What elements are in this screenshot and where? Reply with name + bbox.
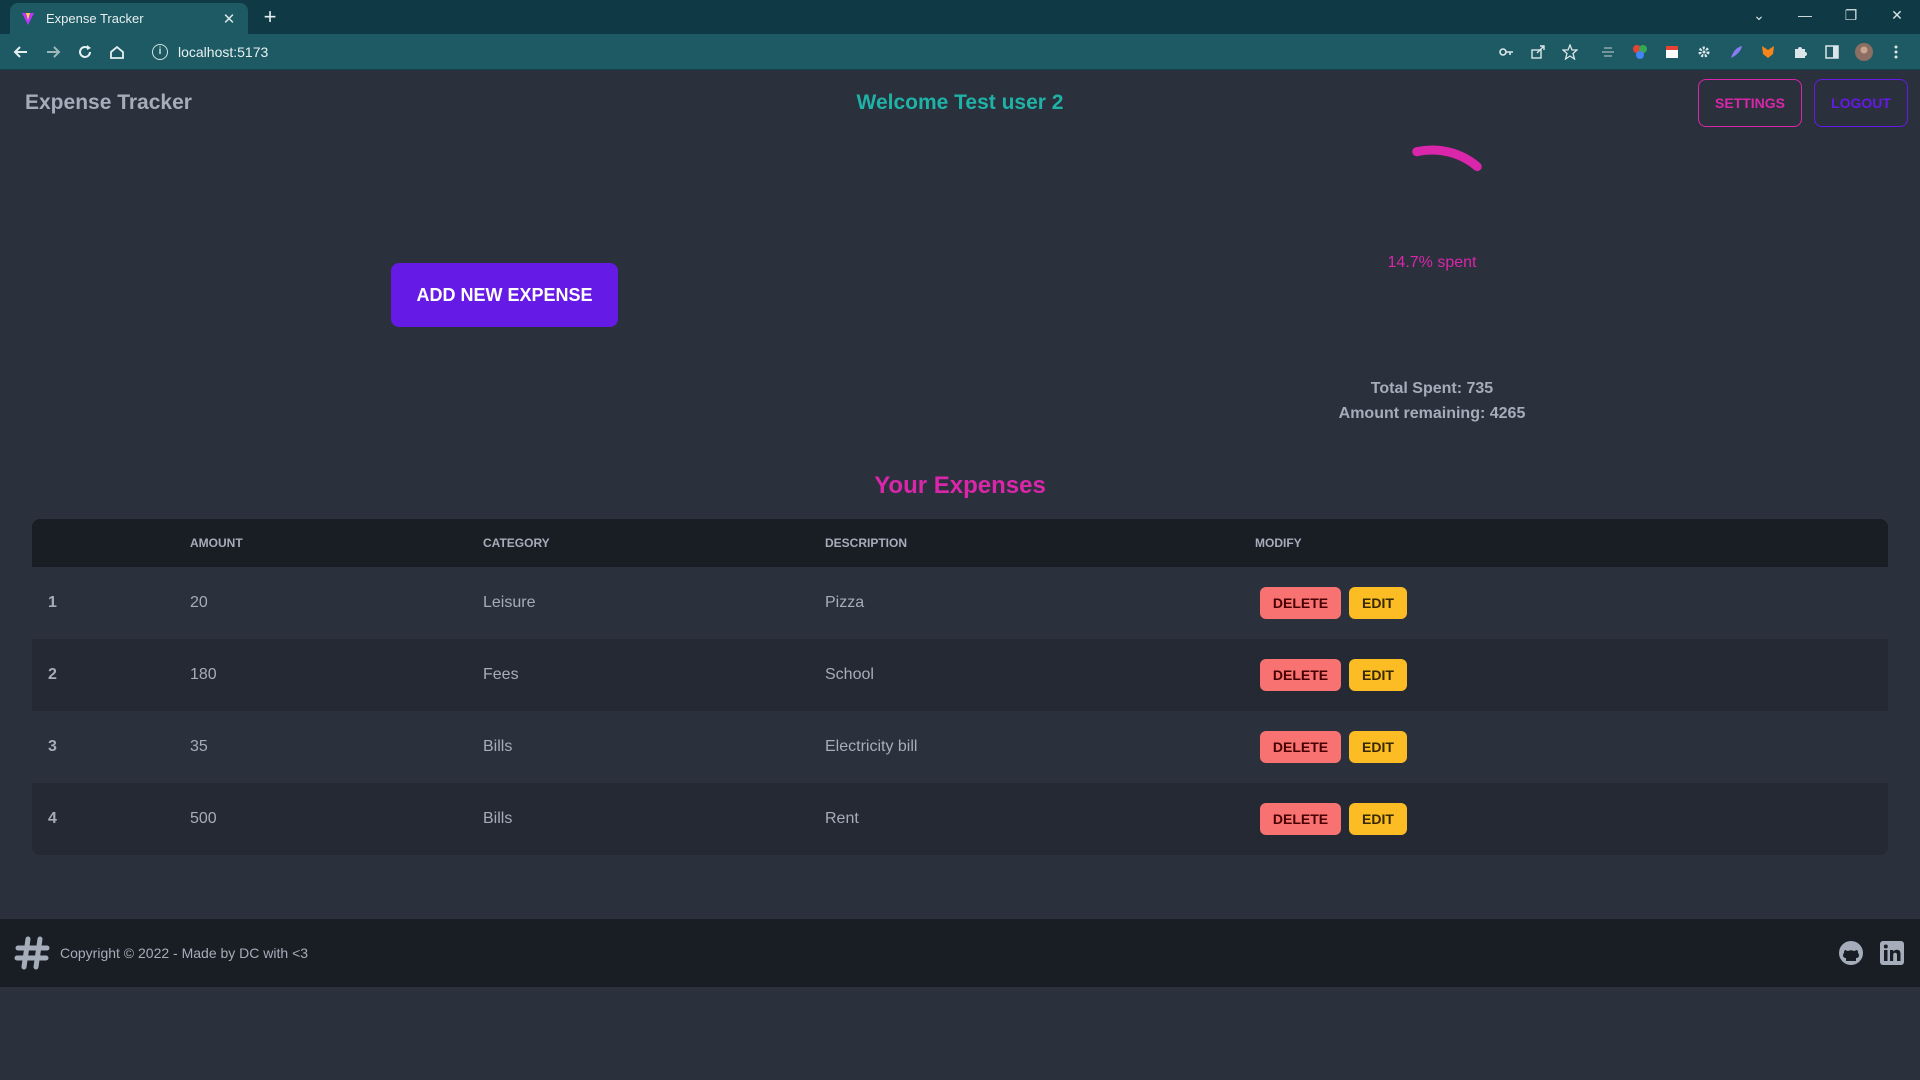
footer: Copyright © 2022 - Made by DC with <3 bbox=[0, 919, 1920, 987]
edit-button[interactable]: EDIT bbox=[1349, 659, 1407, 691]
row-category: Leisure bbox=[483, 594, 536, 611]
gear-extension-icon[interactable] bbox=[1694, 42, 1714, 62]
expenses-table: AMOUNT CATEGORY DESCRIPTION MODIFY 1 20 … bbox=[32, 519, 1888, 855]
table-header: AMOUNT CATEGORY DESCRIPTION MODIFY bbox=[32, 519, 1888, 567]
row-amount: 180 bbox=[190, 666, 217, 683]
profile-avatar-icon[interactable] bbox=[1854, 42, 1874, 62]
key-icon[interactable] bbox=[1496, 42, 1516, 62]
tab-search-icon[interactable]: ⌄ bbox=[1736, 0, 1782, 30]
row-index: 2 bbox=[48, 666, 57, 683]
row-index: 3 bbox=[48, 738, 57, 755]
row-actions: DELETE EDIT bbox=[1260, 731, 1407, 763]
side-panel-icon[interactable] bbox=[1822, 42, 1842, 62]
edit-button[interactable]: EDIT bbox=[1349, 803, 1407, 835]
row-description: School bbox=[825, 666, 874, 683]
delete-button[interactable]: DELETE bbox=[1260, 587, 1341, 619]
row-category: Bills bbox=[483, 738, 513, 755]
column-header-modify: MODIFY bbox=[1255, 536, 1302, 550]
column-header-category: CATEGORY bbox=[483, 536, 550, 550]
hashtag-logo-icon bbox=[14, 935, 50, 971]
progress-arc bbox=[1412, 145, 1482, 172]
browser-toolbar: i localhost:5173 bbox=[0, 34, 1920, 70]
total-spent: Total Spent: 735 bbox=[1370, 380, 1494, 397]
browser-tab[interactable]: Expense Tracker ✕ bbox=[10, 3, 248, 34]
row-actions: DELETE EDIT bbox=[1260, 659, 1407, 691]
row-actions: DELETE EDIT bbox=[1260, 587, 1407, 619]
reload-icon[interactable] bbox=[72, 39, 98, 65]
github-icon[interactable] bbox=[1838, 940, 1864, 966]
color-picker-extension-icon[interactable] bbox=[1630, 42, 1650, 62]
bookmark-star-icon[interactable] bbox=[1560, 42, 1580, 62]
fox-extension-icon[interactable] bbox=[1758, 42, 1778, 62]
tab-title: Expense Tracker bbox=[46, 11, 144, 26]
extension-tool-icon[interactable] bbox=[1598, 42, 1618, 62]
row-amount: 35 bbox=[190, 738, 208, 755]
row-description: Rent bbox=[825, 810, 859, 827]
copyright-text: Copyright © 2022 - Made by DC with <3 bbox=[60, 945, 309, 961]
row-category: Bills bbox=[483, 810, 513, 827]
share-icon[interactable] bbox=[1528, 42, 1548, 62]
settings-button[interactable]: SETTINGS bbox=[1698, 79, 1802, 127]
feather-extension-icon[interactable] bbox=[1726, 42, 1746, 62]
browser-tab-strip: Expense Tracker ✕ + ⌄ — ❐ ✕ bbox=[0, 0, 1920, 34]
minimize-icon[interactable]: — bbox=[1782, 0, 1828, 30]
delete-button[interactable]: DELETE bbox=[1260, 731, 1341, 763]
tab-close-icon[interactable]: ✕ bbox=[220, 10, 238, 28]
puzzle-extensions-icon[interactable] bbox=[1790, 42, 1810, 62]
table-row: 1 20 Leisure Pizza DELETE EDIT bbox=[32, 567, 1888, 639]
row-actions: DELETE EDIT bbox=[1260, 803, 1407, 835]
linkedin-icon[interactable] bbox=[1879, 940, 1905, 966]
address-bar[interactable]: i localhost:5173 bbox=[140, 38, 1580, 66]
site-info-icon[interactable]: i bbox=[152, 44, 168, 60]
back-icon[interactable] bbox=[8, 39, 34, 65]
welcome-message: Welcome Test user 2 bbox=[856, 91, 1064, 114]
delete-button[interactable]: DELETE bbox=[1260, 803, 1341, 835]
row-description: Electricity bill bbox=[825, 738, 918, 755]
new-tab-icon[interactable]: + bbox=[258, 5, 282, 29]
row-description: Pizza bbox=[825, 594, 865, 611]
table-row: 4 500 Bills Rent DELETE EDIT bbox=[32, 783, 1888, 855]
logout-button[interactable]: LOGOUT bbox=[1814, 79, 1908, 127]
expenses-title: Your Expenses bbox=[874, 472, 1046, 499]
table-row: 2 180 Fees School DELETE EDIT bbox=[32, 639, 1888, 711]
spent-progress-ring bbox=[1352, 140, 1512, 300]
vite-favicon-icon bbox=[20, 11, 36, 27]
home-icon[interactable] bbox=[104, 39, 130, 65]
table-row: 3 35 Bills Electricity bill DELETE EDIT bbox=[32, 711, 1888, 783]
column-header-amount: AMOUNT bbox=[190, 536, 243, 550]
calendar-extension-icon[interactable] bbox=[1662, 42, 1682, 62]
row-index: 1 bbox=[48, 594, 57, 611]
row-amount: 20 bbox=[190, 594, 208, 611]
close-window-icon[interactable]: ✕ bbox=[1874, 0, 1920, 30]
delete-button[interactable]: DELETE bbox=[1260, 659, 1341, 691]
column-header-description: DESCRIPTION bbox=[825, 536, 908, 550]
edit-button[interactable]: EDIT bbox=[1349, 731, 1407, 763]
add-new-expense-button[interactable]: ADD NEW EXPENSE bbox=[391, 263, 618, 327]
edit-button[interactable]: EDIT bbox=[1349, 587, 1407, 619]
browser-menu-icon[interactable] bbox=[1886, 42, 1906, 62]
row-category: Fees bbox=[483, 666, 519, 683]
progress-label: 14.7% spent bbox=[1387, 254, 1477, 271]
totals-summary: Total Spent: 735 Amount remaining: 4265 bbox=[1232, 376, 1632, 426]
forward-icon[interactable] bbox=[40, 39, 66, 65]
address-url: localhost:5173 bbox=[178, 44, 269, 60]
restore-icon[interactable]: ❐ bbox=[1828, 0, 1874, 30]
amount-remaining: Amount remaining: 4265 bbox=[1338, 405, 1526, 422]
row-amount: 500 bbox=[190, 810, 217, 827]
row-index: 4 bbox=[48, 810, 57, 827]
